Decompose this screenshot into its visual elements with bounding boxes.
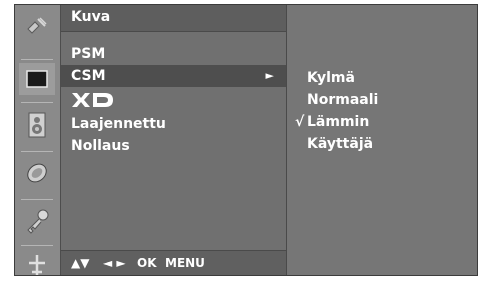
- menu-item-csm[interactable]: CSM ►: [61, 65, 286, 87]
- submenu-item-label: Lämmin: [307, 114, 370, 130]
- menu-item-psm[interactable]: PSM: [61, 43, 286, 65]
- left-right-arrows-icon: ◄ ►: [103, 256, 126, 270]
- submenu-item-normaali[interactable]: Normaali: [287, 89, 477, 111]
- ok-hint: OK: [137, 256, 157, 270]
- osd-menu-frame: Kuva PSM CSM ► Laajennettu Nollaus ▲▼ ◄ …: [14, 4, 478, 276]
- submenu-item-label: Normaali: [307, 92, 379, 108]
- submenu-arrow-icon: ►: [265, 69, 274, 82]
- menu-title-bar: Kuva: [61, 5, 286, 32]
- menu-item-label: CSM: [71, 68, 106, 84]
- main-menu-panel: Kuva PSM CSM ► Laajennettu Nollaus ▲▼ ◄ …: [61, 5, 287, 275]
- submenu-item-lammin[interactable]: √ Lämmin: [287, 111, 477, 133]
- menu-item-label: PSM: [71, 46, 106, 62]
- xd-logo: [72, 93, 113, 107]
- icon-divider: [21, 102, 53, 103]
- icon-divider: [21, 199, 53, 200]
- csm-submenu-panel: Kylmä Normaali √ Lämmin Käyttäjä: [287, 5, 477, 275]
- menu-hint: MENU: [165, 256, 205, 270]
- navigation-hint-bar: ▲▼ ◄ ► OK MENU: [61, 250, 286, 275]
- airplane-icon[interactable]: [19, 249, 55, 281]
- menu-title: Kuva: [71, 9, 111, 25]
- picture-icon[interactable]: [19, 63, 55, 95]
- speaker-icon[interactable]: [19, 109, 55, 141]
- submenu-item-label: Käyttäjä: [307, 136, 374, 152]
- key-icon[interactable]: [19, 205, 55, 237]
- clock-icon[interactable]: [19, 157, 55, 189]
- menu-item-laajennettu[interactable]: Laajennettu: [61, 113, 286, 135]
- category-icon-bar: [15, 5, 61, 275]
- icon-divider: [21, 245, 53, 246]
- submenu-item-label: Kylmä: [307, 70, 355, 86]
- submenu-item-kayttaja[interactable]: Käyttäjä: [287, 133, 477, 155]
- submenu-item-kylma[interactable]: Kylmä: [287, 67, 477, 89]
- icon-divider: [21, 151, 53, 152]
- icon-divider: [21, 59, 53, 60]
- menu-item-label: Laajennettu: [71, 116, 166, 132]
- menu-item-xd[interactable]: [61, 89, 286, 111]
- menu-item-label: Nollaus: [71, 138, 130, 154]
- check-mark-icon: √: [295, 114, 305, 130]
- up-down-arrows-icon: ▲▼: [71, 256, 90, 270]
- satellite-icon[interactable]: [19, 11, 55, 43]
- menu-item-nollaus[interactable]: Nollaus: [61, 135, 286, 157]
